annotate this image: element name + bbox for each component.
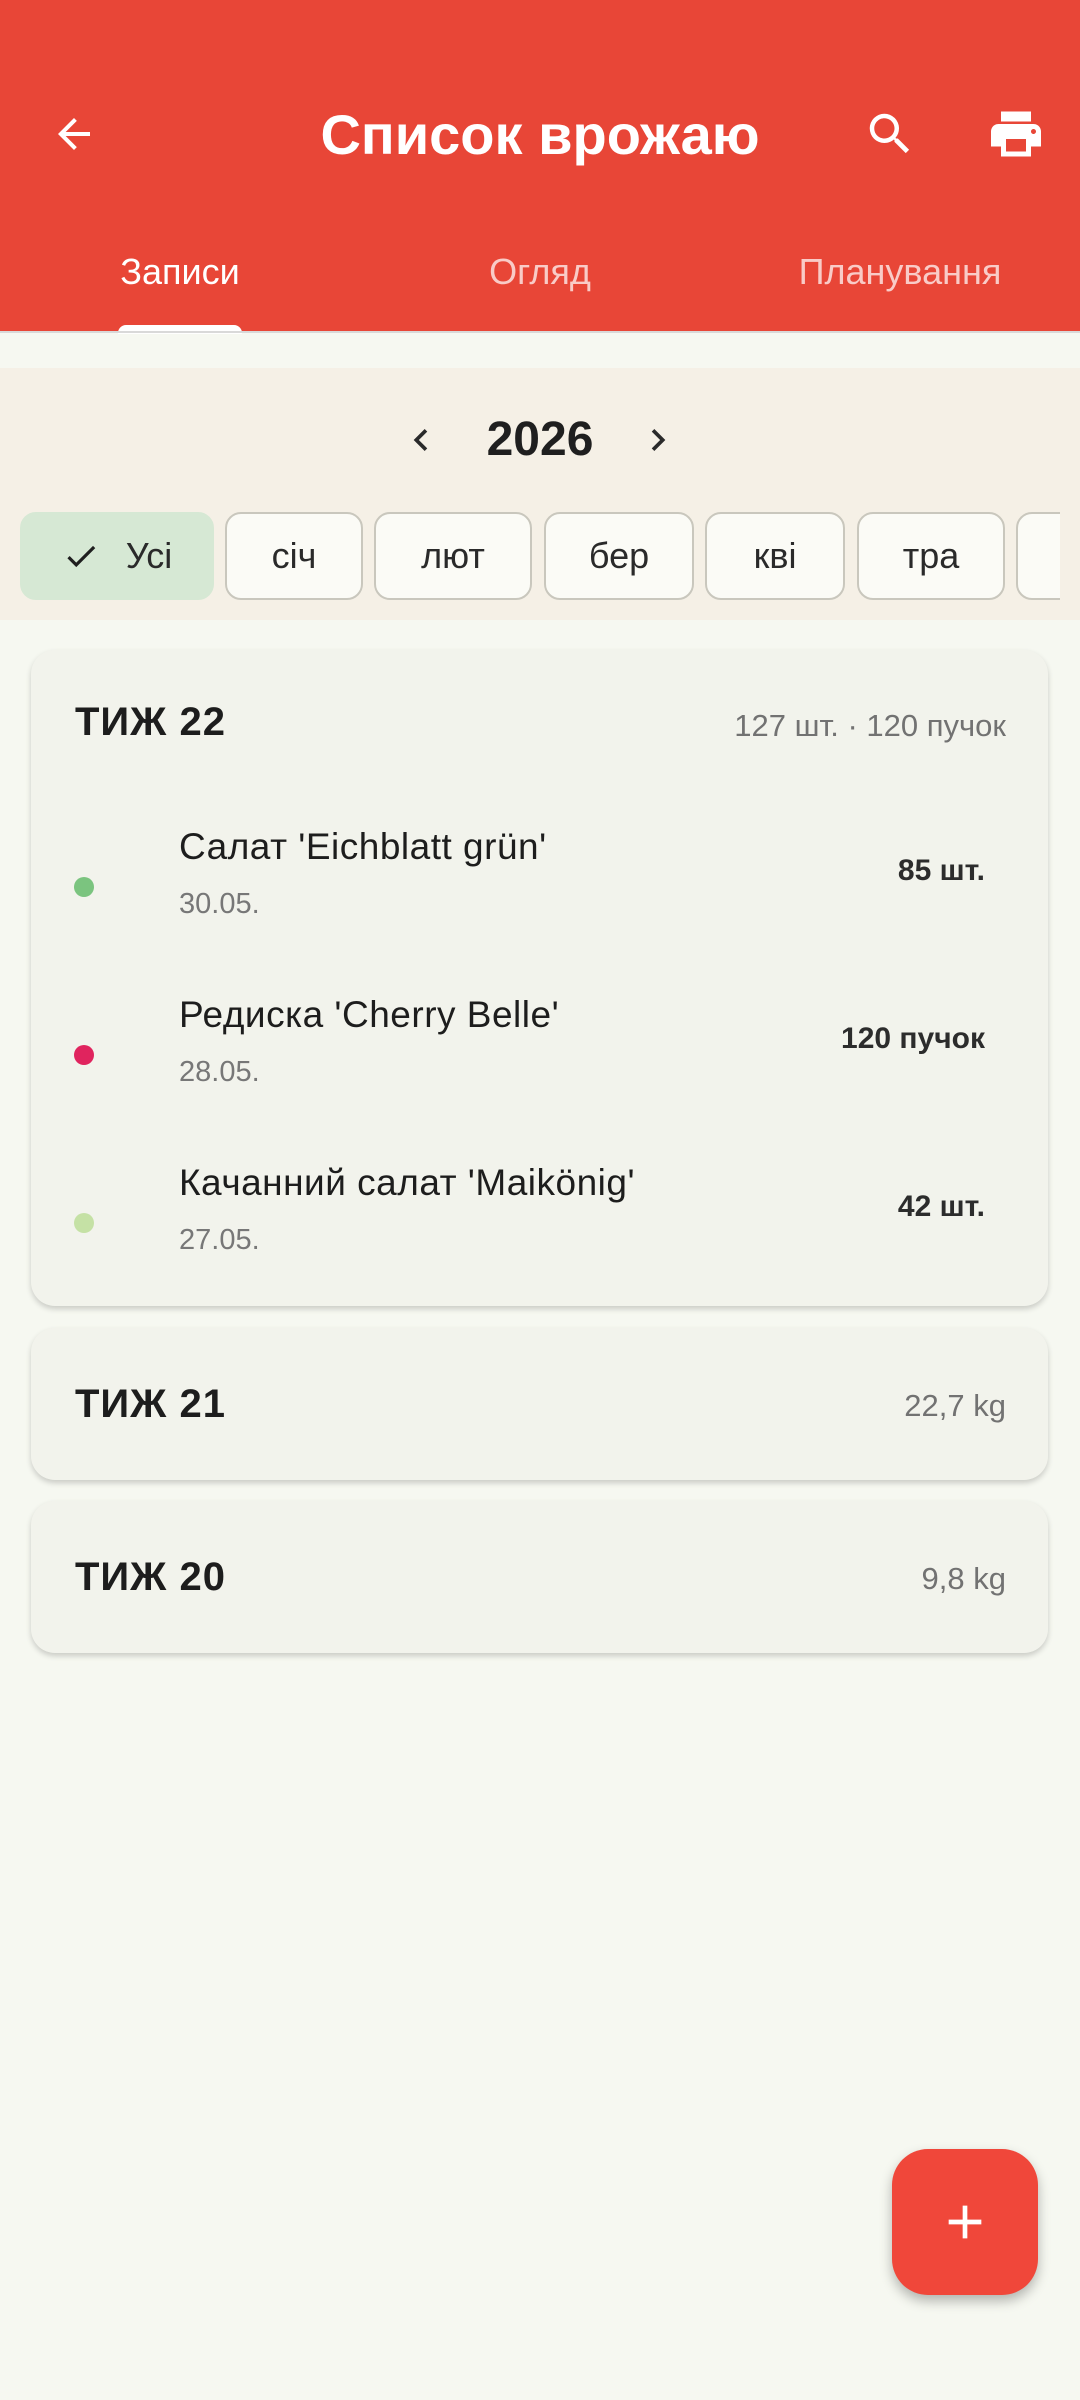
back-button[interactable] bbox=[42, 102, 106, 166]
week-card[interactable]: ТИЖ 20 9,8 kg bbox=[31, 1501, 1048, 1653]
harvest-entry[interactable]: Редиска 'Cherry Belle' 28.05. 120 пучок bbox=[31, 978, 1048, 1128]
chip-label: тра bbox=[902, 535, 960, 576]
app-bar: Список врожаю Записи Огляд Планування bbox=[0, 0, 1080, 334]
entry-name: Салат 'Eichblatt grün' bbox=[179, 826, 547, 867]
chip-label: Усі bbox=[125, 535, 173, 576]
entry-date: 27.05. bbox=[179, 1224, 260, 1256]
tab-overview[interactable]: Огляд bbox=[360, 230, 720, 333]
harvest-entry[interactable]: Качанний салат 'Maikönig' 27.05. 42 шт. bbox=[31, 1146, 1048, 1296]
chip-all[interactable]: Усі bbox=[20, 512, 214, 600]
add-entry-button[interactable] bbox=[892, 2149, 1038, 2295]
harvest-entry[interactable]: Салат 'Eichblatt grün' 30.05. 85 шт. bbox=[31, 810, 1048, 960]
entry-quantity: 85 шт. bbox=[897, 854, 985, 887]
check-icon bbox=[62, 537, 100, 575]
entry-name: Редиска 'Cherry Belle' bbox=[179, 994, 560, 1035]
year-label: 2026 bbox=[486, 413, 594, 466]
chip-label: січ bbox=[271, 535, 317, 576]
week-card[interactable]: ТИЖ 21 22,7 kg bbox=[31, 1328, 1048, 1480]
previous-year-button[interactable] bbox=[393, 408, 449, 472]
chip-label: бер bbox=[588, 535, 650, 576]
chip-next-partial[interactable] bbox=[1016, 512, 1060, 600]
chip-label: кві bbox=[753, 535, 797, 576]
divider bbox=[0, 331, 1080, 333]
entry-quantity: 42 шт. bbox=[897, 1190, 985, 1223]
week-summary: 127 шт. · 120 пучок bbox=[734, 708, 1006, 743]
plus-icon bbox=[948, 2205, 982, 2239]
search-button[interactable] bbox=[858, 102, 922, 166]
entry-name: Качанний салат 'Maikönig' bbox=[179, 1162, 636, 1203]
tab-entries[interactable]: Записи bbox=[0, 230, 360, 333]
chip-jan[interactable]: січ bbox=[225, 512, 363, 600]
color-dot bbox=[74, 1045, 94, 1065]
chip-may[interactable]: тра bbox=[857, 512, 1005, 600]
chip-label: лют bbox=[421, 535, 485, 576]
entry-date: 30.05. bbox=[179, 888, 260, 920]
week-title: ТИЖ 20 bbox=[75, 1555, 226, 1599]
entry-quantity: 120 пучок bbox=[841, 1022, 985, 1055]
chip-mar[interactable]: бер bbox=[544, 512, 694, 600]
search-icon bbox=[869, 113, 910, 154]
printer-icon bbox=[991, 111, 1041, 157]
page-title: Список врожаю bbox=[320, 103, 760, 166]
week-summary: 9,8 kg bbox=[921, 1561, 1006, 1596]
chip-apr[interactable]: кві bbox=[705, 512, 845, 600]
week-card[interactable]: ТИЖ 22 127 шт. · 120 пучок Салат 'Eichbl… bbox=[31, 650, 1048, 1306]
tab-planning[interactable]: Планування bbox=[720, 230, 1080, 333]
entry-date: 28.05. bbox=[179, 1056, 260, 1088]
chip-feb[interactable]: лют bbox=[374, 512, 532, 600]
week-title: ТИЖ 22 bbox=[75, 700, 226, 744]
week-summary: 22,7 kg bbox=[904, 1388, 1006, 1423]
chevron-right-icon bbox=[651, 429, 666, 451]
chevron-left-icon bbox=[413, 429, 428, 451]
tab-bar: Записи Огляд Планування bbox=[0, 230, 1080, 333]
next-year-button[interactable] bbox=[630, 408, 686, 472]
color-dot bbox=[74, 877, 94, 897]
arrow-left-icon bbox=[58, 118, 90, 150]
week-title: ТИЖ 21 bbox=[75, 1382, 226, 1426]
month-filter-chips: Усі січ лют бер кві тра bbox=[0, 510, 1060, 602]
color-dot bbox=[74, 1213, 94, 1233]
print-button[interactable] bbox=[984, 102, 1048, 166]
